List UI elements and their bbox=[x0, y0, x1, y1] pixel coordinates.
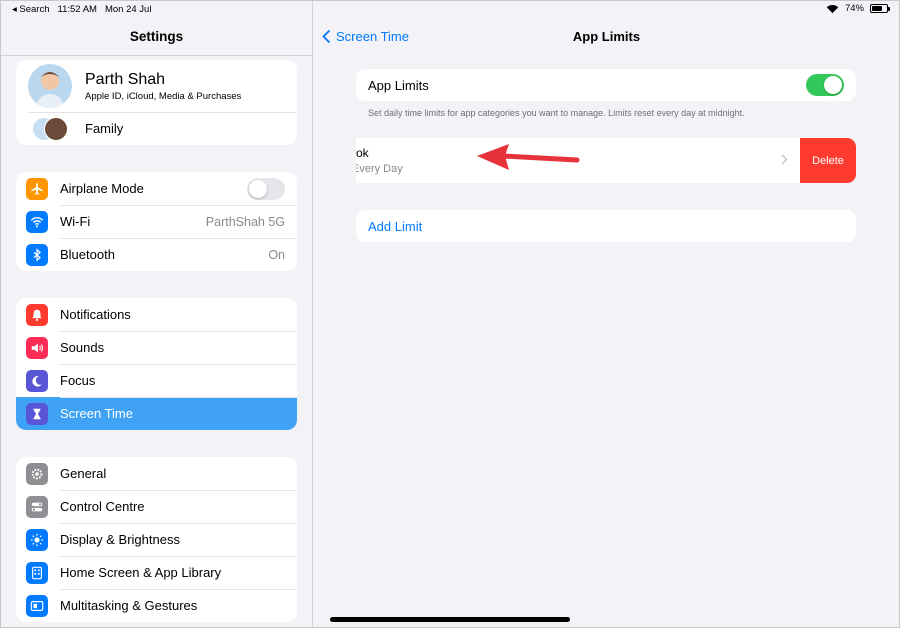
sidebar-item-focus[interactable]: Focus bbox=[16, 364, 297, 397]
sidebar-item-label: Wi-Fi bbox=[60, 214, 91, 229]
battery-level bbox=[872, 6, 883, 11]
app-limits-pane: Screen Time App Limits App Limits Set da… bbox=[313, 0, 900, 628]
sidebar-item-multitasking[interactable]: Multitasking & Gestures bbox=[16, 589, 297, 622]
annotation-arrow-icon bbox=[477, 144, 580, 170]
hourglass-icon bbox=[26, 402, 48, 425]
delete-button[interactable]: Delete bbox=[800, 138, 856, 183]
bluetooth-icon bbox=[26, 243, 48, 266]
general-group: General Control Centre Display & Brightn… bbox=[16, 457, 297, 622]
toggle-knob bbox=[249, 179, 267, 198]
toggle-knob bbox=[824, 76, 842, 94]
switches-icon bbox=[26, 495, 48, 518]
sidebar-item-label: Control Centre bbox=[60, 499, 145, 514]
settings-sidebar: Settings Parth Shah Apple ID, iCloud, Me… bbox=[0, 0, 313, 628]
app-limits-toggle-card: App Limits bbox=[356, 69, 856, 101]
sidebar-title: Settings bbox=[129, 29, 184, 44]
sidebar-item-control-centre[interactable]: Control Centre bbox=[16, 490, 297, 523]
sidebar-item-label: Sounds bbox=[60, 340, 105, 355]
sidebar-item-sounds[interactable]: Sounds bbox=[16, 331, 297, 364]
profile-name: Parth Shah bbox=[85, 70, 166, 88]
status-bar: ◂ Search 11:52 AM Mon 24 Jul 74% bbox=[0, 0, 900, 20]
wifi-network-value: ParthShah 5G bbox=[205, 214, 285, 229]
profile-subtitle: Apple ID, iCloud, Media & Purchases bbox=[85, 90, 242, 102]
connectivity-group: Airplane Mode Wi-Fi ParthShah 5G Bluetoo… bbox=[16, 172, 297, 271]
airplane-icon bbox=[26, 177, 48, 200]
limit-name: ok bbox=[356, 146, 369, 160]
sidebar-item-label: Home Screen & App Library bbox=[60, 565, 222, 580]
family-avatars bbox=[28, 116, 72, 141]
sidebar-item-label: Airplane Mode bbox=[60, 181, 144, 196]
add-limit-card: Add Limit bbox=[356, 210, 856, 242]
family-row[interactable]: Family bbox=[16, 112, 297, 145]
grid-icon bbox=[26, 561, 48, 584]
status-date: Mon 24 Jul bbox=[104, 4, 152, 15]
sidebar-item-display-brightness[interactable]: Display & Brightness bbox=[16, 523, 297, 556]
page-title: App Limits bbox=[572, 29, 641, 44]
sidebar-item-label: General bbox=[60, 466, 107, 481]
back-to-search-link[interactable]: ◂ Search bbox=[12, 4, 50, 15]
sidebar-item-wifi[interactable]: Wi-Fi ParthShah 5G bbox=[16, 205, 297, 238]
avatar bbox=[28, 64, 72, 108]
divider bbox=[0, 55, 313, 56]
sidebar-item-general[interactable]: General bbox=[16, 457, 297, 490]
speaker-icon bbox=[26, 336, 48, 359]
chevron-right-icon bbox=[781, 154, 788, 165]
sidebar-item-label: Notifications bbox=[60, 307, 131, 322]
airplane-mode-toggle[interactable] bbox=[247, 177, 285, 200]
family-avatar bbox=[44, 116, 68, 141]
app-limits-row: App Limits bbox=[356, 69, 856, 101]
bluetooth-status-value: On bbox=[268, 247, 285, 262]
notifications-group: Notifications Sounds Focus Screen Time bbox=[16, 298, 297, 430]
sidebar-item-airplane-mode[interactable]: Airplane Mode bbox=[16, 172, 297, 205]
limit-schedule: Every Day bbox=[356, 163, 403, 175]
sidebar-item-screen-time[interactable]: Screen Time bbox=[16, 397, 297, 430]
battery-percent: 74% bbox=[844, 3, 864, 14]
add-limit-button[interactable]: Add Limit bbox=[356, 210, 856, 242]
app-limits-footnote: Set daily time limits for app categories… bbox=[368, 108, 745, 118]
moon-icon bbox=[26, 369, 48, 392]
sidebar-item-notifications[interactable]: Notifications bbox=[16, 298, 297, 331]
sidebar-item-label: Multitasking & Gestures bbox=[60, 598, 198, 613]
sidebar-item-home-screen[interactable]: Home Screen & App Library bbox=[16, 556, 297, 589]
sidebar-item-label: Focus bbox=[60, 373, 96, 388]
wifi-icon bbox=[26, 210, 48, 233]
sidebar-item-label: Screen Time bbox=[60, 406, 133, 421]
bell-icon bbox=[26, 303, 48, 326]
limit-row[interactable]: ok Every Day Delete bbox=[356, 138, 856, 183]
sidebar-item-bluetooth[interactable]: Bluetooth On bbox=[16, 238, 297, 271]
family-label: Family bbox=[85, 121, 124, 136]
apple-id-row[interactable]: Parth Shah Apple ID, iCloud, Media & Pur… bbox=[16, 60, 297, 112]
app-limits-toggle[interactable] bbox=[806, 74, 844, 96]
gear-icon bbox=[26, 462, 48, 485]
sidebar-item-label: Display & Brightness bbox=[60, 532, 180, 547]
battery-icon bbox=[870, 4, 890, 13]
sidebar-item-label: Bluetooth bbox=[60, 247, 115, 262]
profile-group: Parth Shah Apple ID, iCloud, Media & Pur… bbox=[16, 60, 297, 145]
multitask-icon bbox=[26, 594, 48, 617]
status-time: 11:52 AM bbox=[57, 4, 97, 15]
sun-icon bbox=[26, 528, 48, 551]
home-indicator[interactable] bbox=[330, 617, 570, 622]
wifi-status-icon bbox=[826, 4, 839, 13]
app-limits-label: App Limits bbox=[368, 77, 429, 93]
